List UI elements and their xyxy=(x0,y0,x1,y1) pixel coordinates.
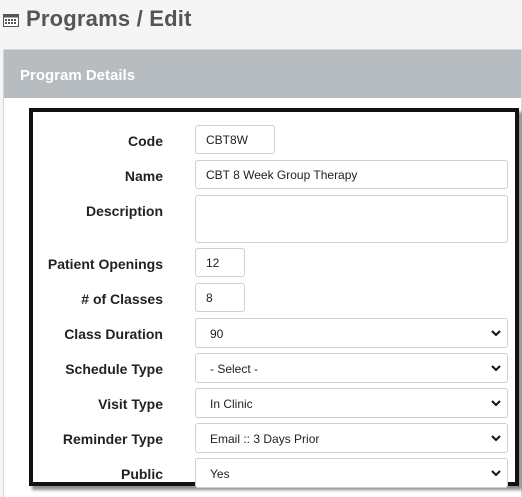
calendar-icon xyxy=(3,14,19,27)
schedule-type-value: - Select - xyxy=(210,362,259,376)
visit-type-label: Visit Type xyxy=(98,396,163,412)
name-label: Name xyxy=(124,168,163,184)
class-duration-label: Class Duration xyxy=(64,326,163,342)
code-input[interactable] xyxy=(195,125,275,154)
panel-heading: Program Details xyxy=(4,50,521,98)
num-classes-label: # of Classes xyxy=(81,291,163,307)
description-label: Description xyxy=(85,203,163,219)
program-form: Code Name Description Patient Openings #… xyxy=(29,108,519,488)
num-classes-input[interactable] xyxy=(195,283,245,312)
public-label: Public xyxy=(120,466,163,482)
visit-type-value: In Clinic xyxy=(210,397,253,411)
public-select[interactable]: Yes xyxy=(195,458,508,488)
page-title: Programs / Edit xyxy=(26,6,192,31)
chevron-down-icon xyxy=(491,435,501,442)
name-input[interactable] xyxy=(195,160,508,189)
schedule-type-label: Schedule Type xyxy=(65,361,163,377)
chevron-down-icon xyxy=(491,365,501,372)
chevron-down-icon xyxy=(491,330,501,337)
visit-type-select[interactable]: In Clinic xyxy=(195,388,508,418)
program-details-panel: Program Details Code Name Description Pa… xyxy=(3,49,522,497)
public-value: Yes xyxy=(210,467,230,481)
class-duration-select[interactable]: 90 xyxy=(195,318,508,348)
schedule-type-select[interactable]: - Select - xyxy=(195,353,508,383)
patient-openings-input[interactable] xyxy=(195,248,245,277)
reminder-type-value: Email :: 3 Days Prior xyxy=(210,432,320,446)
panel-heading-label: Program Details xyxy=(20,67,136,84)
page-header: Programs / Edit xyxy=(0,0,522,44)
code-label: Code xyxy=(128,133,163,149)
patient-openings-label: Patient Openings xyxy=(47,256,163,272)
class-duration-value: 90 xyxy=(210,327,224,341)
description-textarea[interactable] xyxy=(195,195,508,243)
chevron-down-icon xyxy=(491,470,501,477)
reminder-type-label: Reminder Type xyxy=(62,431,163,447)
chevron-down-icon xyxy=(491,400,501,407)
reminder-type-select[interactable]: Email :: 3 Days Prior xyxy=(195,423,508,453)
